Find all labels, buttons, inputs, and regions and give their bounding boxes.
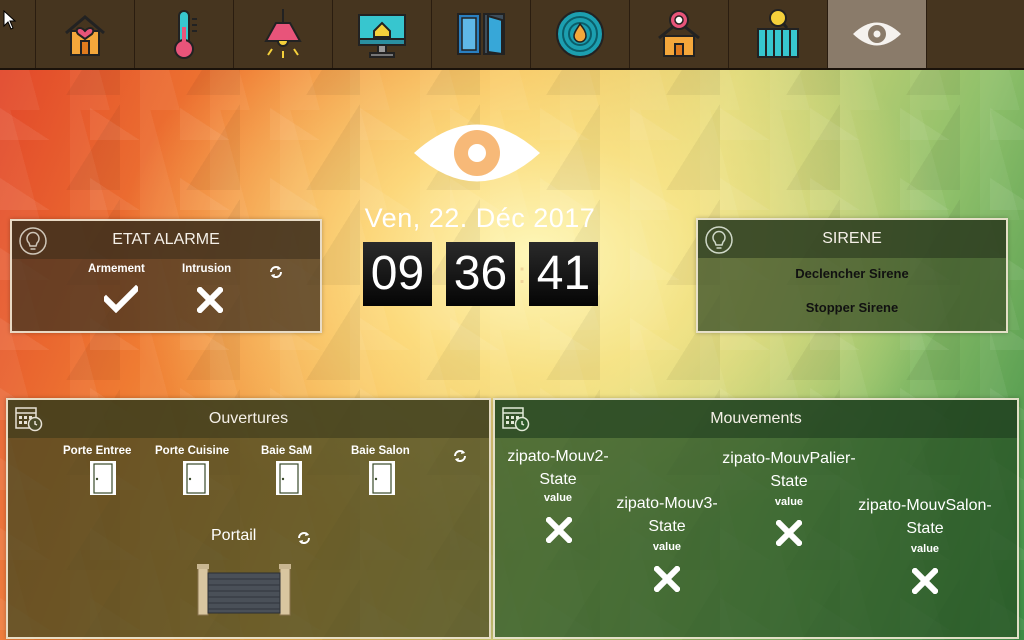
- cross-icon: [776, 520, 802, 546]
- door-icon[interactable]: [182, 460, 210, 496]
- nav-item-home-gear[interactable]: [630, 0, 729, 68]
- clock-minutes: 36: [446, 242, 515, 306]
- door-icon[interactable]: [368, 460, 396, 496]
- refresh-icon[interactable]: [269, 265, 283, 279]
- check-icon[interactable]: [104, 285, 138, 313]
- sensor-name-line: zipato-MouvSalon-: [858, 497, 992, 514]
- sensor-name-line: State: [648, 518, 686, 535]
- top-navigation: [0, 0, 1024, 70]
- date-display: Ven, 22. Déc 2017: [364, 203, 596, 233]
- cross-icon: [654, 566, 680, 592]
- refresh-icon[interactable]: [297, 531, 311, 545]
- cross-icon[interactable]: [197, 287, 223, 313]
- radiator-search-icon: [757, 9, 799, 58]
- panel-title: Ouvertures: [208, 410, 289, 427]
- clock-display: 09 : 36 : 41: [363, 242, 598, 306]
- panel-title: SIRENE: [822, 230, 882, 247]
- nav-item-home-heart[interactable]: [36, 0, 135, 68]
- lightbulb-icon: [19, 227, 47, 255]
- sensor-value-label: value: [910, 543, 940, 555]
- panel-header: Mouvements: [495, 400, 1017, 438]
- nav-item-thermometer[interactable]: [135, 0, 234, 68]
- door-label-baie-salon: Baie Salon: [351, 445, 410, 457]
- ceiling-lamp-icon: [264, 9, 302, 58]
- calendar-clock-icon: [15, 407, 43, 432]
- alarm-status-panel: ETAT ALARME Armement Intrusion: [10, 219, 322, 333]
- sensor-name-mouvpalier: zipato-MouvPalier- State: [709, 447, 869, 493]
- panel-title: Mouvements: [710, 410, 802, 427]
- thermometer-icon: [174, 10, 197, 59]
- clock-separator: :: [434, 257, 444, 290]
- trigger-siren-button[interactable]: Declencher Sirene: [698, 266, 1006, 281]
- sensor-value-label: value: [652, 541, 682, 553]
- siren-panel: SIRENE Declencher Sirene Stopper Sirene: [696, 218, 1008, 333]
- motion-panel: Mouvements zipato-Mouv2- State value zip…: [493, 398, 1019, 639]
- panel-header: ETAT ALARME: [12, 221, 320, 259]
- intrusion-label: Intrusion: [182, 263, 232, 275]
- eye-icon: [853, 22, 901, 46]
- armement-label: Armement: [88, 263, 145, 275]
- sensor-name-line: State: [906, 520, 944, 537]
- radar-fire-icon: [556, 10, 604, 58]
- panel-title: ETAT ALARME: [112, 231, 220, 248]
- cross-icon: [546, 517, 572, 543]
- door-label-entree: Porte Entree: [63, 445, 132, 457]
- sensor-name-mouvsalon: zipato-MouvSalon- State: [845, 494, 1005, 540]
- door-label-baie-sam: Baie SaM: [261, 445, 313, 457]
- sensor-name-line: zipato-MouvPalier-: [722, 450, 856, 467]
- lightbulb-icon: [705, 226, 733, 254]
- panel-header: Ouvertures: [8, 400, 489, 438]
- nav-item-door-window[interactable]: [432, 0, 531, 68]
- clock-seconds: 41: [529, 242, 598, 306]
- nav-item-radar[interactable]: [531, 0, 630, 68]
- gate-icon[interactable]: [196, 563, 292, 617]
- portail-label: Portail: [211, 527, 257, 544]
- computer-home-icon: [358, 14, 406, 58]
- cross-icon: [912, 568, 938, 594]
- nav-item-lamp[interactable]: [234, 0, 333, 68]
- sensor-value-label: value: [543, 492, 573, 504]
- calendar-clock-icon: [502, 407, 530, 432]
- clock-hours: 09: [363, 242, 432, 306]
- door-icon[interactable]: [275, 460, 303, 496]
- refresh-icon[interactable]: [453, 449, 467, 463]
- stop-siren-button[interactable]: Stopper Sirene: [698, 300, 1006, 315]
- sensor-name-line: State: [539, 471, 577, 488]
- home-gear-icon: [658, 10, 700, 57]
- clock-separator: :: [517, 257, 527, 290]
- panel-header: SIRENE: [698, 220, 1006, 258]
- sensor-name-line: zipato-Mouv2-: [507, 448, 609, 465]
- hero-eye-icon: [414, 124, 540, 182]
- openings-panel: Ouvertures Porte Entree Porte Cuisine Ba…: [6, 398, 491, 639]
- door-window-icon: [457, 13, 505, 56]
- nav-item-radiator[interactable]: [729, 0, 828, 68]
- cursor-cell: [0, 0, 36, 68]
- nav-item-computer[interactable]: [333, 0, 432, 68]
- sensor-name-mouv2: zipato-Mouv2- State: [497, 445, 619, 491]
- home-heart-icon: [65, 15, 105, 56]
- sensor-name-line: State: [770, 473, 808, 490]
- nav-item-eye[interactable]: [828, 0, 927, 68]
- door-label-cuisine: Porte Cuisine: [155, 445, 230, 457]
- door-icon[interactable]: [89, 460, 117, 496]
- mouse-cursor-icon: [3, 10, 17, 30]
